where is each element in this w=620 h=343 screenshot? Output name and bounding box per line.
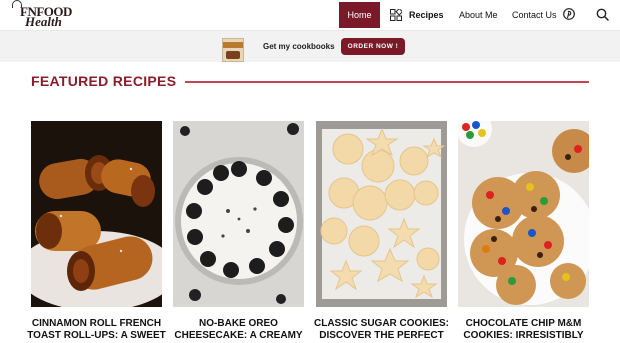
recipe-image-mm-cookies[interactable] [458, 121, 589, 307]
chef-hat-icon [12, 0, 22, 8]
recipe-image-sugar-cookies[interactable] [316, 121, 447, 307]
recipe-image-cinnamon-rolls[interactable] [31, 121, 162, 307]
section-divider [185, 81, 589, 83]
cookbook-text: Get my cookbooks [263, 42, 335, 51]
nav-contact[interactable]: Contact Us [512, 10, 557, 20]
cookbook-cover-image[interactable] [222, 38, 244, 62]
pinterest-icon[interactable] [563, 8, 575, 20]
site-header: FNFOOD Health Home Recipes About Me Cont… [0, 0, 620, 31]
nav-about[interactable]: About Me [459, 10, 498, 20]
recipe-image-oreo-cheesecake[interactable] [173, 121, 304, 307]
recipe-card[interactable]: CHOCOLATE CHIP M&M COOKIES: IRRESISTIBLY… [458, 121, 589, 343]
logo-line-2: Health [25, 14, 62, 29]
featured-recipes-heading: FEATURED RECIPES [31, 73, 177, 89]
recipe-title[interactable]: CLASSIC SUGAR COOKIES: DISCOVER THE PERF… [312, 318, 451, 343]
cookbook-cover-food [226, 51, 240, 59]
recipe-title[interactable]: CINNAMON ROLL FRENCH TOAST ROLL-UPS: A S… [27, 318, 166, 343]
recipe-title[interactable]: NO-BAKE OREO CHEESECAKE: A CREAMY DELIGH… [169, 318, 308, 343]
order-now-button[interactable]: ORDER NOW ! [341, 38, 405, 55]
cookbook-cover-band [223, 42, 243, 48]
recipe-card[interactable]: CINNAMON ROLL FRENCH TOAST ROLL-UPS: A S… [27, 121, 166, 343]
search-icon[interactable] [596, 8, 609, 21]
recipes-grid-icon[interactable] [390, 9, 402, 21]
nav-recipes[interactable]: Recipes [409, 10, 444, 20]
recipe-title[interactable]: CHOCOLATE CHIP M&M COOKIES: IRRESISTIBLY… [454, 318, 593, 343]
nav-home[interactable]: Home [339, 2, 380, 28]
site-logo[interactable]: FNFOOD Health [12, 0, 74, 30]
recipe-card[interactable]: CLASSIC SUGAR COOKIES: DISCOVER THE PERF… [314, 121, 449, 343]
recipe-card[interactable]: NO-BAKE OREO CHEESECAKE: A CREAMY DELIGH… [173, 121, 304, 343]
